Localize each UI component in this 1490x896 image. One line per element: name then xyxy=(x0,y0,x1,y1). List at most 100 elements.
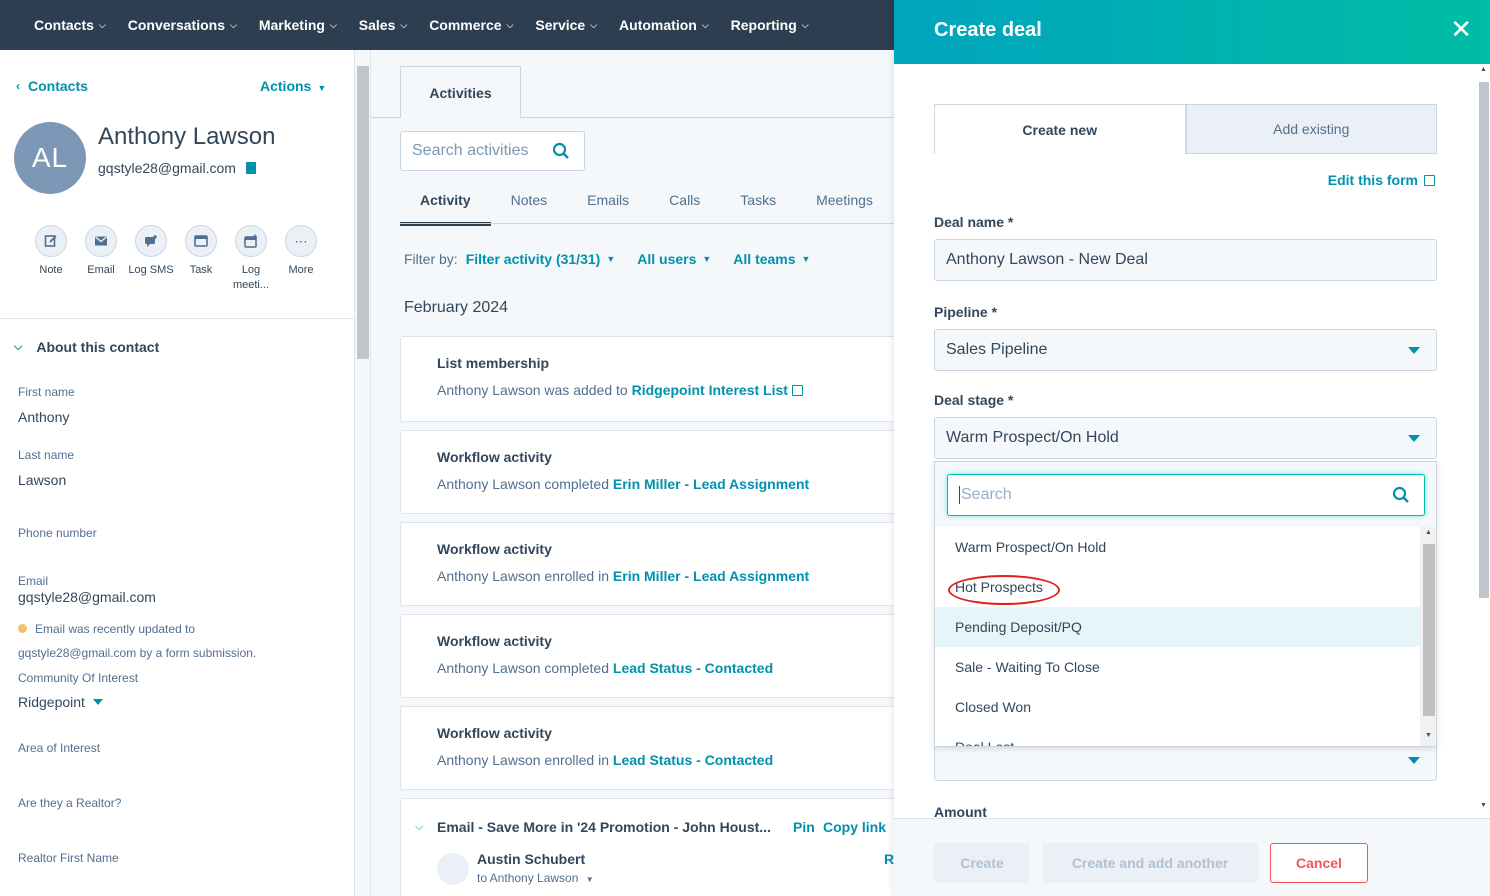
last-name-value[interactable]: Lawson xyxy=(18,472,66,488)
email-value[interactable]: gqstyle28@gmail.com xyxy=(18,589,156,605)
cancel-button[interactable]: Cancel xyxy=(1270,843,1368,883)
all-teams-dropdown[interactable]: All teams xyxy=(733,251,795,267)
option-sale-waiting[interactable]: Sale - Waiting To Close xyxy=(935,647,1420,687)
deal-stage-search-input[interactable]: Search xyxy=(947,474,1425,516)
text-cursor xyxy=(959,486,960,504)
quick-action-task[interactable]: Task xyxy=(176,225,226,278)
nav-label: Marketing xyxy=(258,17,325,33)
scrollbar-thumb[interactable] xyxy=(1423,544,1435,716)
note-line: gqstyle28@gmail.com by a form submission… xyxy=(18,646,257,660)
copy-link-button[interactable]: Copy link xyxy=(823,819,886,835)
card-link[interactable]: Lead Status - Contacted xyxy=(613,660,773,676)
pipeline-select[interactable]: Sales Pipeline xyxy=(934,329,1437,371)
actions-label: Actions xyxy=(260,78,312,94)
tab-meetings[interactable]: Meetings xyxy=(796,190,893,226)
nav-automation[interactable]: Automation ⌵ xyxy=(619,17,709,33)
email-update-note: Email was recently updated to gqstyle28@g… xyxy=(18,617,318,665)
create-button[interactable]: Create xyxy=(934,843,1030,883)
nav-contacts[interactable]: Contacts ⌵ xyxy=(34,17,106,33)
create-deal-panel: Create deal ✕ Create new Add existing Ed… xyxy=(894,0,1490,896)
tab-add-existing[interactable]: Add existing xyxy=(1185,104,1437,154)
nav-marketing[interactable]: Marketing ⌵ xyxy=(259,17,337,33)
quick-action-note[interactable]: Note xyxy=(26,225,76,278)
email-icon xyxy=(85,225,117,257)
caret-down-icon xyxy=(1408,435,1420,442)
deal-name-input[interactable]: Anthony Lawson - New Deal xyxy=(934,239,1437,281)
nav-reporting[interactable]: Reporting ⌵ xyxy=(731,17,809,33)
tab-create-new[interactable]: Create new xyxy=(934,104,1186,154)
edit-form-link[interactable]: Edit this form xyxy=(1328,172,1435,188)
all-users-dropdown[interactable]: All users xyxy=(637,251,696,267)
more-icon: ⋯ xyxy=(285,225,317,257)
tab-calls[interactable]: Calls xyxy=(649,190,720,226)
panel-scrollbar[interactable]: ▲ ▼ xyxy=(1478,64,1490,818)
card-link[interactable]: Erin Miller - Lead Assignment xyxy=(613,568,809,584)
close-icon[interactable]: ✕ xyxy=(1450,16,1472,42)
card-link[interactable]: Lead Status - Contacted xyxy=(613,752,773,768)
panel-footer: Create Create and add another Cancel xyxy=(894,818,1490,896)
caret-down-icon: ▼ xyxy=(702,254,712,264)
filter-activity-dropdown[interactable]: Filter activity (31/31) xyxy=(466,251,601,267)
deal-name-value: Anthony Lawson - New Deal xyxy=(946,251,1148,268)
tab-tasks[interactable]: Tasks xyxy=(720,190,796,226)
card-link[interactable]: Ridgepoint Interest List xyxy=(632,382,788,398)
reply-link[interactable]: R xyxy=(884,851,894,867)
community-select[interactable]: Ridgepoint xyxy=(18,694,103,710)
option-warm-prospect[interactable]: Warm Prospect/On Hold xyxy=(935,527,1420,567)
scroll-up-icon[interactable]: ▲ xyxy=(1480,66,1487,73)
first-name-value[interactable]: Anthony xyxy=(18,409,69,425)
actions-dropdown[interactable]: Actions ▼ xyxy=(260,78,326,94)
search-activities-input[interactable]: Search activities xyxy=(400,131,585,171)
scroll-up-icon[interactable]: ▲ xyxy=(1425,529,1432,536)
nav-commerce[interactable]: Commerce ⌵ xyxy=(429,17,513,33)
nav-label: Sales xyxy=(358,17,396,33)
tab-activities[interactable]: Activities xyxy=(400,66,521,118)
note-line: Email was recently updated to xyxy=(35,622,196,636)
tab-emails[interactable]: Emails xyxy=(567,190,649,226)
quick-action-label: Log meeti... xyxy=(232,264,270,291)
sidebar-scrollbar[interactable] xyxy=(355,50,371,896)
scroll-down-icon[interactable]: ▼ xyxy=(1425,732,1432,739)
log-meeting-icon xyxy=(235,225,267,257)
quick-action-email[interactable]: Email xyxy=(76,225,126,278)
option-hot-prospects[interactable]: Hot Prospects xyxy=(935,567,1420,607)
month-heading: February 2024 xyxy=(404,299,509,316)
option-deal-lost[interactable]: Deal Lost xyxy=(935,727,1420,746)
deal-stage-select[interactable]: Warm Prospect/On Hold xyxy=(934,417,1437,459)
breadcrumb-contacts[interactable]: ‹ Contacts xyxy=(16,78,88,94)
card-link[interactable]: Erin Miller - Lead Assignment xyxy=(613,476,809,492)
card-title: Workflow activity xyxy=(437,541,552,557)
card-title: Workflow activity xyxy=(437,725,552,741)
next-field-select[interactable] xyxy=(934,742,1437,781)
email-recipient[interactable]: to Anthony Lawson ▼ xyxy=(477,871,594,885)
card-text: Anthony Lawson completed xyxy=(437,476,609,492)
avatar-initials: AL xyxy=(31,142,69,173)
scroll-down-icon[interactable]: ▼ xyxy=(1480,802,1487,809)
nav-conversations[interactable]: Conversations ⌵ xyxy=(128,17,237,33)
tab-notes[interactable]: Notes xyxy=(491,190,568,226)
quick-action-log-meeting[interactable]: Log meeti... xyxy=(226,225,276,293)
contact-sidebar: ‹ Contacts Actions ▼ AL Anthony Lawson gqs… xyxy=(0,50,355,896)
quick-action-more[interactable]: ⋯ More xyxy=(276,225,326,278)
pin-button[interactable]: Pin xyxy=(793,819,815,835)
quick-action-log-sms[interactable]: Log SMS xyxy=(126,225,176,278)
option-closed-won[interactable]: Closed Won xyxy=(935,687,1420,727)
nav-sales[interactable]: Sales ⌵ xyxy=(359,17,407,33)
create-and-add-another-button[interactable]: Create and add another xyxy=(1042,843,1258,883)
chevron-down-icon[interactable]: ⌵ xyxy=(415,821,423,834)
email-title[interactable]: Email - Save More in '24 Promotion - Joh… xyxy=(437,819,771,835)
community-value: Ridgepoint xyxy=(18,694,85,710)
scrollbar-thumb[interactable] xyxy=(1479,82,1489,598)
tab-activity[interactable]: Activity xyxy=(400,190,491,226)
copy-icon[interactable] xyxy=(245,162,256,174)
dropdown-scrollbar[interactable]: ▲ ▼ xyxy=(1420,527,1436,746)
scrollbar-thumb[interactable] xyxy=(357,66,369,359)
caret-down-icon: ▼ xyxy=(606,254,616,264)
option-pending-deposit[interactable]: Pending Deposit/PQ xyxy=(935,607,1420,647)
quick-action-label: Task xyxy=(189,264,213,276)
nav-service[interactable]: Service ⌵ xyxy=(535,17,597,33)
activities-pane: Activities Search activities Activity No… xyxy=(371,50,894,896)
search-placeholder: Search xyxy=(961,486,1012,503)
about-section-toggle[interactable]: ⌵ About this contact xyxy=(14,339,159,355)
community-label: Community Of Interest xyxy=(18,671,139,685)
